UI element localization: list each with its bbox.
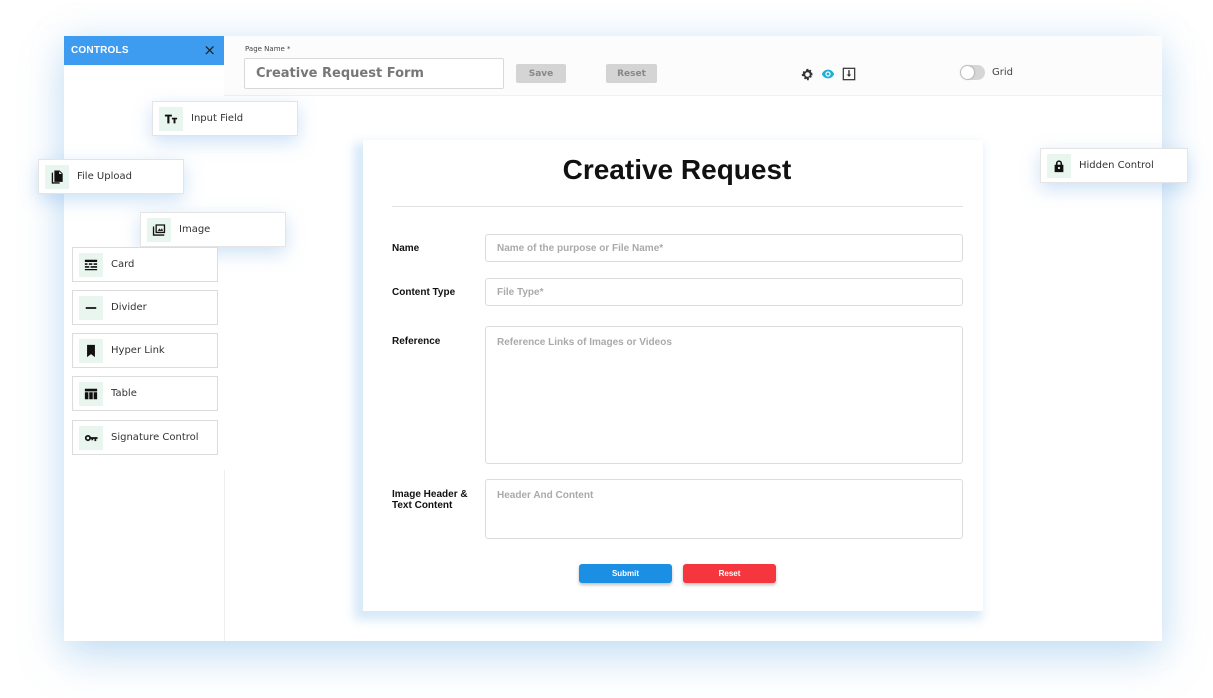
download-icon[interactable] — [842, 67, 856, 81]
image-icon — [147, 217, 171, 242]
page-name-label: Page Name * — [245, 45, 291, 53]
lock-icon — [1047, 153, 1071, 178]
control-file-upload[interactable]: File Upload — [38, 159, 184, 194]
panel-divider — [224, 470, 225, 641]
control-label: Divider — [111, 302, 147, 313]
grid-toggle[interactable] — [960, 65, 985, 80]
control-input-field[interactable]: Input Field — [152, 101, 298, 136]
control-label: File Upload — [77, 171, 132, 182]
control-label: Hyper Link — [111, 345, 165, 356]
eye-icon[interactable] — [821, 67, 835, 81]
control-label: Input Field — [191, 113, 244, 124]
control-hidden[interactable]: Hidden Control — [1040, 148, 1188, 183]
table-icon — [79, 381, 103, 406]
divider-icon — [79, 295, 103, 320]
control-label: Hidden Control — [1079, 160, 1154, 171]
save-button[interactable]: Save — [516, 64, 566, 83]
control-label: Signature Control — [111, 432, 199, 443]
reference-textarea[interactable]: Reference Links of Images or Videos — [485, 326, 963, 464]
page-name-input[interactable]: Creative Request Form — [244, 58, 504, 89]
reset-button[interactable]: Reset — [606, 64, 657, 83]
control-hyper-link[interactable]: Hyper Link — [72, 333, 218, 368]
card-icon — [79, 252, 103, 277]
form-title: Creative Request — [562, 154, 792, 185]
key-icon — [79, 425, 103, 450]
form-reset-button[interactable]: Reset — [683, 564, 776, 583]
control-label: Card — [111, 259, 135, 270]
gear-icon[interactable] — [800, 67, 814, 81]
file-icon — [45, 164, 69, 189]
control-label: Image — [179, 224, 211, 235]
grid-label: Grid — [992, 67, 1013, 78]
control-image[interactable]: Image — [140, 212, 286, 247]
control-label: Table — [111, 388, 137, 399]
field-label-reference: Reference — [392, 336, 441, 347]
field-label-name: Name — [392, 243, 420, 254]
control-card[interactable]: Card — [72, 247, 218, 282]
bookmark-icon — [79, 338, 103, 363]
text-icon — [159, 106, 183, 131]
form-divider — [392, 206, 963, 207]
controls-title: CONTROLS — [71, 45, 129, 56]
controls-header: CONTROLS × — [64, 36, 224, 65]
control-table[interactable]: Table — [72, 376, 218, 411]
control-signature[interactable]: Signature Control — [72, 420, 218, 455]
field-label-content-type: Content Type — [392, 287, 456, 298]
header-content-textarea[interactable]: Header And Content — [485, 479, 963, 539]
close-icon[interactable]: × — [203, 43, 216, 58]
field-label-image-header: Image Header & Text Content — [392, 489, 468, 511]
name-input[interactable]: Name of the purpose or File Name* — [485, 234, 963, 262]
submit-button[interactable]: Submit — [579, 564, 672, 583]
content-type-input[interactable]: File Type* — [485, 278, 963, 306]
toolbar-icons — [800, 67, 856, 81]
control-divider[interactable]: Divider — [72, 290, 218, 325]
